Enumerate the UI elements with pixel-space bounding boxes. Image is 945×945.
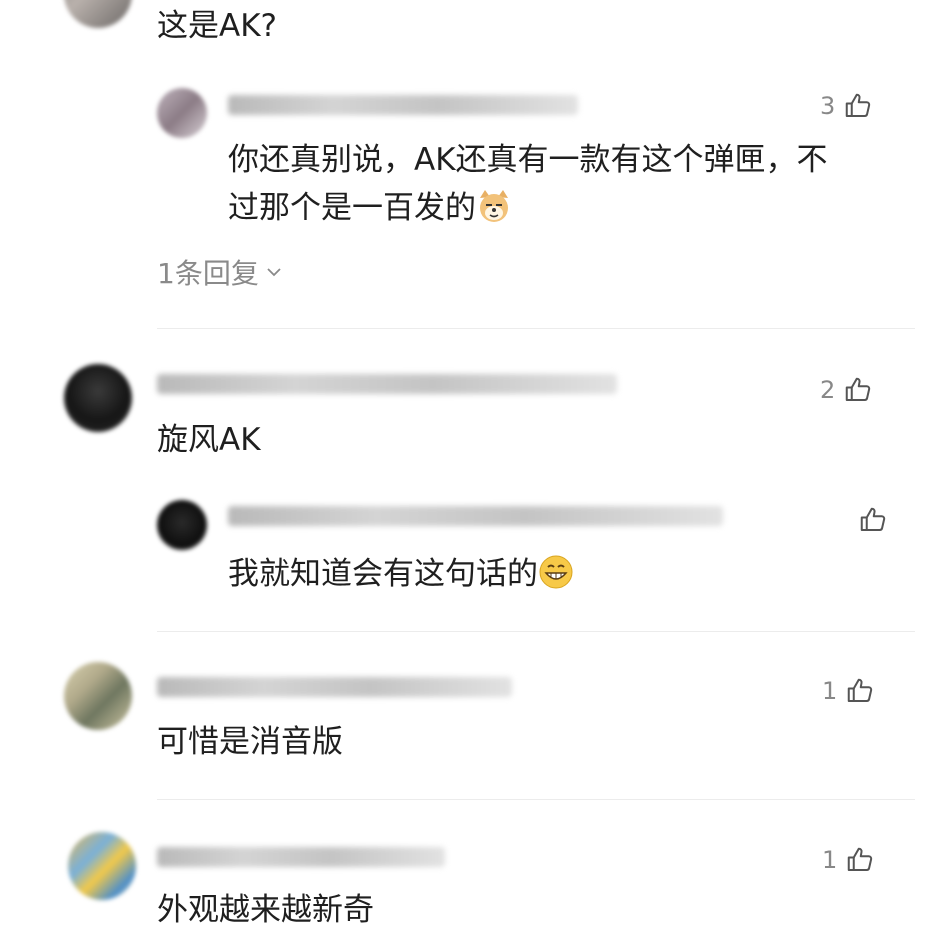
reply-username[interactable] <box>228 95 578 115</box>
thumbs-up-icon <box>848 678 873 702</box>
commenter-username[interactable] <box>157 847 445 867</box>
comment-text: 外观越来越新奇 <box>157 892 374 928</box>
thumbs-up-icon <box>846 93 871 117</box>
comment-text: 旋风AK <box>157 422 261 458</box>
thumbs-up-icon <box>848 847 873 871</box>
reply-avatar[interactable] <box>157 500 207 550</box>
divider <box>157 631 915 632</box>
view-replies-link[interactable]: 1条回复 <box>157 252 283 292</box>
grinning-emoji-icon <box>539 555 573 589</box>
comment-text: 这是AK? <box>157 8 277 44</box>
reply-avatar[interactable] <box>157 88 207 138</box>
reply-text-content: 我就知道会有这句话的 <box>228 556 538 592</box>
like-button[interactable] <box>850 503 888 537</box>
reply-username[interactable] <box>228 506 723 526</box>
commenter-avatar[interactable] <box>64 364 132 432</box>
like-count: 1 <box>822 677 838 705</box>
divider <box>157 328 915 329</box>
thumbs-up-icon <box>860 507 886 531</box>
like-count: 3 <box>820 92 836 120</box>
divider <box>157 799 915 800</box>
like-button[interactable]: 1 <box>822 674 875 708</box>
like-count: 2 <box>820 376 836 404</box>
reply-text-line1: 你还真别说，AK还真有一款有这个弹匣，不 <box>228 142 828 178</box>
commenter-username[interactable] <box>157 374 617 394</box>
chevron-down-icon <box>267 268 281 277</box>
reply-text: 我就知道会有这句话的 <box>228 554 574 594</box>
reply-text-line2-content: 过那个是一百发的 <box>228 190 476 226</box>
commenter-avatar[interactable] <box>68 832 136 900</box>
comment-text: 可惜是消音版 <box>157 724 343 760</box>
like-button[interactable]: 3 <box>820 89 873 123</box>
like-button[interactable]: 2 <box>820 373 873 407</box>
commenter-avatar[interactable] <box>64 662 132 730</box>
view-replies-label: 1条回复 <box>157 257 259 290</box>
doge-emoji-icon <box>480 190 508 222</box>
like-count: 1 <box>822 846 838 874</box>
commenter-username[interactable] <box>157 677 512 697</box>
commenter-avatar[interactable] <box>64 0 132 28</box>
thumbs-up-icon <box>846 377 871 401</box>
like-button[interactable]: 1 <box>822 843 875 877</box>
reply-text-line2: 过那个是一百发的 <box>228 188 512 228</box>
